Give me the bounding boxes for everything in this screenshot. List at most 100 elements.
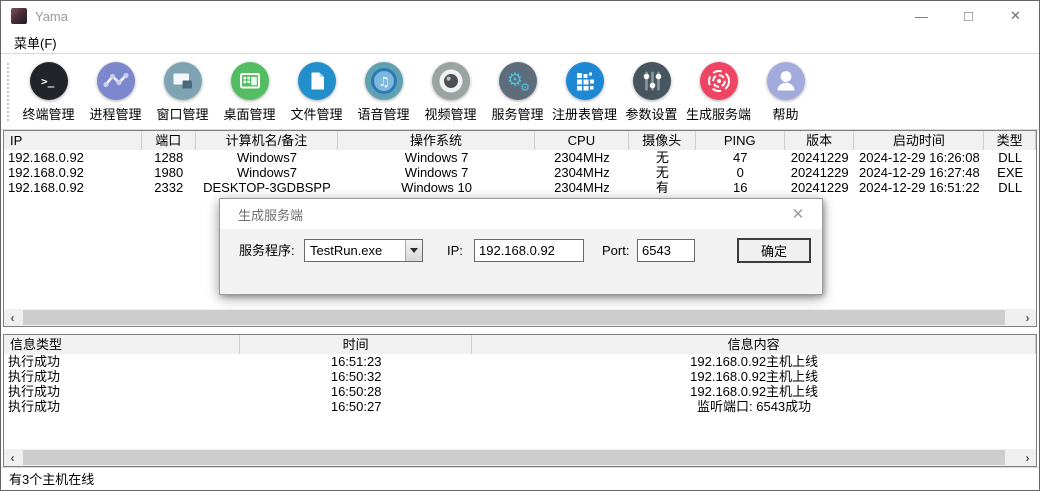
status-text: 有3个主机在线 <box>9 469 94 488</box>
help-icon <box>766 61 806 101</box>
cell: 192.168.0.92 <box>4 180 142 195</box>
log-horizontal-scrollbar[interactable]: ‹ › <box>4 449 1036 466</box>
window-controls: — □ ✕ <box>898 1 1039 31</box>
toolbar-item-label: 进程管理 <box>89 104 141 123</box>
hosts-horizontal-scrollbar[interactable]: ‹ › <box>4 309 1036 326</box>
column-header[interactable]: CPU <box>535 131 629 150</box>
cell: 2024-12-29 16:27:48 <box>854 165 984 180</box>
toolbar-item-process[interactable]: 进程管理 <box>82 61 149 123</box>
log-row[interactable]: 执行成功16:50:27监听端口: 6543成功 <box>4 399 1036 414</box>
cell: 监听端口: 6543成功 <box>472 399 1036 414</box>
port-field[interactable] <box>637 239 695 262</box>
cell: 16:50:27 <box>240 399 472 414</box>
cell: 2304MHz <box>535 165 629 180</box>
column-header[interactable]: 操作系统 <box>338 131 534 150</box>
chevron-down-icon <box>410 248 418 253</box>
toolbar-item-registry[interactable]: 注册表管理 <box>551 61 618 123</box>
main-content: IP端口计算机名/备注操作系统CPU摄像头PING版本启动时间类型 192.16… <box>1 130 1039 467</box>
generate-server-icon <box>699 61 739 101</box>
cell: Windows7 <box>196 150 339 165</box>
log-row[interactable]: 执行成功16:50:28192.168.0.92主机上线 <box>4 384 1036 399</box>
service-icon: ⚙ ⚙ <box>498 61 538 101</box>
column-header[interactable]: IP <box>4 131 142 150</box>
cell: 2304MHz <box>535 180 629 195</box>
column-header[interactable]: 摄像头 <box>629 131 696 150</box>
scrollbar-thumb[interactable] <box>23 450 1005 465</box>
menu-item-file[interactable]: 菜单(F) <box>9 31 62 54</box>
cell: 执行成功 <box>4 384 240 399</box>
column-header[interactable]: 信息类型 <box>4 335 240 354</box>
cell: DESKTOP-3GDBSPP <box>196 180 339 195</box>
toolbar-item-label: 窗口管理 <box>156 104 208 123</box>
scroll-right-icon[interactable]: › <box>1019 309 1036 326</box>
toolbar-item-video[interactable]: 视频管理 <box>417 61 484 123</box>
settings-icon <box>632 61 672 101</box>
host-row[interactable]: 192.168.0.922332DESKTOP-3GDBSPPWindows 1… <box>4 180 1036 195</box>
toolbar-item-help[interactable]: 帮助 <box>752 61 819 123</box>
cell: Windows7 <box>196 165 339 180</box>
log-table-body: 执行成功16:51:23192.168.0.92主机上线执行成功16:50:32… <box>4 354 1036 449</box>
ip-label: IP: <box>447 240 463 262</box>
scrollbar-thumb[interactable] <box>23 310 1005 325</box>
toolbar-item-service[interactable]: ⚙ ⚙ 服务管理 <box>484 61 551 123</box>
cell: Windows 10 <box>338 180 534 195</box>
close-button[interactable]: ✕ <box>992 1 1039 31</box>
column-header[interactable]: 启动时间 <box>854 131 984 150</box>
cell: 无 <box>629 150 696 165</box>
toolbar-item-generate-server[interactable]: 生成服务端 <box>685 61 752 123</box>
scroll-right-icon[interactable]: › <box>1019 449 1036 466</box>
log-row[interactable]: 执行成功16:51:23192.168.0.92主机上线 <box>4 354 1036 369</box>
column-header[interactable]: 端口 <box>142 131 196 150</box>
toolbar-item-label: 生成服务端 <box>686 104 751 123</box>
toolbar-item-label: 视频管理 <box>424 104 476 123</box>
cell: 执行成功 <box>4 399 240 414</box>
log-row[interactable]: 执行成功16:50:32192.168.0.92主机上线 <box>4 369 1036 384</box>
toolbar-item-window[interactable]: 窗口管理 <box>149 61 216 123</box>
toolbar-item-label: 注册表管理 <box>552 104 617 123</box>
toolbar-item-file[interactable]: 文件管理 <box>283 61 350 123</box>
cell: EXE <box>984 165 1036 180</box>
cell: Windows 7 <box>338 150 534 165</box>
cell: 20241229 <box>785 180 854 195</box>
cell: 16:50:28 <box>240 384 472 399</box>
combo-dropdown-button[interactable] <box>405 240 422 261</box>
status-bar: 有3个主机在线 <box>1 467 1039 488</box>
toolbar-item-desktop[interactable]: 桌面管理 <box>216 61 283 123</box>
program-label: 服务程序: <box>239 240 295 262</box>
column-header[interactable]: 版本 <box>785 131 855 150</box>
cell: 2024-12-29 16:26:08 <box>854 150 984 165</box>
generate-server-dialog: 生成服务端 ✕ 服务程序: TestRun.exe IP: Port: 确定 <box>219 198 823 295</box>
title-bar: Yama — □ ✕ <box>1 1 1039 31</box>
log-list: 信息类型时间信息内容 执行成功16:51:23192.168.0.92主机上线执… <box>3 334 1037 467</box>
program-select[interactable]: TestRun.exe <box>304 239 423 262</box>
cell: 47 <box>696 150 785 165</box>
host-row[interactable]: 192.168.0.921288Windows7Windows 72304MHz… <box>4 150 1036 165</box>
scroll-left-icon[interactable]: ‹ <box>4 449 21 466</box>
cell: DLL <box>984 150 1036 165</box>
toolbar-item-voice[interactable]: ♫ 语音管理 <box>350 61 417 123</box>
dialog-close-icon[interactable]: ✕ <box>788 205 808 223</box>
minimize-button[interactable]: — <box>898 1 945 31</box>
cell: Windows 7 <box>338 165 534 180</box>
column-header[interactable]: 计算机名/备注 <box>196 131 339 150</box>
toolbar-item-label: 帮助 <box>772 104 798 123</box>
ip-field[interactable] <box>474 239 584 262</box>
column-header[interactable]: PING <box>696 131 785 150</box>
ok-button[interactable]: 确定 <box>737 238 811 263</box>
cell: 192.168.0.92 <box>4 150 142 165</box>
cell: 16 <box>696 180 785 195</box>
host-row[interactable]: 192.168.0.921980Windows7Windows 72304MHz… <box>4 165 1036 180</box>
log-table-header: 信息类型时间信息内容 <box>4 335 1036 354</box>
column-header[interactable]: 时间 <box>240 335 472 354</box>
toolbar-item-label: 参数设置 <box>625 104 677 123</box>
toolbar-item-settings[interactable]: 参数设置 <box>618 61 685 123</box>
column-header[interactable]: 信息内容 <box>472 335 1036 354</box>
dialog-title-bar: 生成服务端 ✕ <box>220 199 822 229</box>
file-icon <box>297 61 337 101</box>
maximize-button[interactable]: □ <box>945 1 992 31</box>
cell: 0 <box>696 165 785 180</box>
cell: 192.168.0.92主机上线 <box>472 384 1036 399</box>
column-header[interactable]: 类型 <box>984 131 1036 150</box>
scroll-left-icon[interactable]: ‹ <box>4 309 21 326</box>
toolbar-item-terminal[interactable]: >_ 终端管理 <box>15 61 82 123</box>
